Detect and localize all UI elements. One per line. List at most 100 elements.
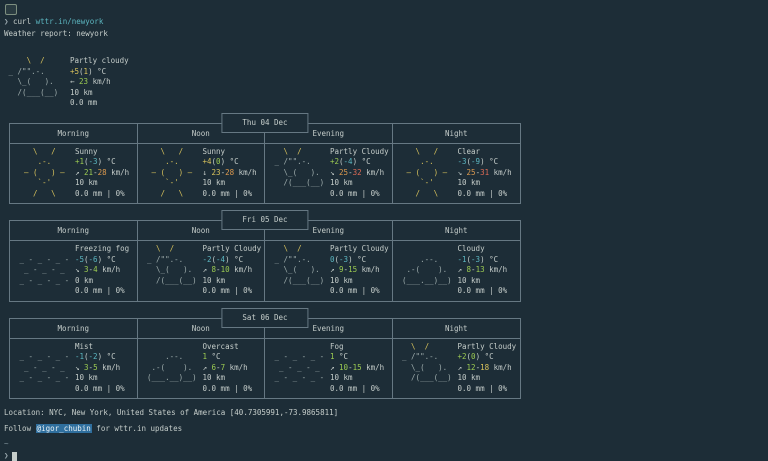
weather-text-segment: 10 km	[458, 373, 481, 382]
weather-text-segment: °C	[335, 352, 349, 361]
weather-line: `-'10 km	[143, 178, 263, 189]
ascii-art: .-( ).	[143, 363, 203, 374]
date-tab: Sat 06 Dec	[221, 308, 308, 328]
weather-text-segment: 10 km	[330, 373, 353, 382]
forecast-body-row: \ /Sunny .-.+1(-3) °C ― ( ) ―↗ 21-28 km/…	[10, 144, 520, 204]
ascii-art: /(___(__)	[4, 88, 70, 99]
weather-text-segment: Partly cloudy	[70, 56, 129, 65]
weather-line: \_( ).↗ 12-18 km/h	[398, 363, 519, 374]
weather-text-segment: 0.0 mm | 0%	[458, 286, 508, 295]
terminal-screen[interactable]: ❯ curl wttr.in/newyork Weather report: n…	[0, 0, 768, 448]
location-line: Location: NYC, New York, United States o…	[4, 407, 768, 419]
forecast-cell-night: \ /Partly Cloudy _ /"".-.+2(0) °C \_( ).…	[393, 339, 521, 399]
ascii-art: /(___(__)	[270, 276, 330, 287]
weather-text-segment: 18	[480, 363, 489, 372]
weather-text-segment: 0.0 mm | 0%	[203, 384, 253, 393]
weather-line: \ /Sunny	[15, 147, 135, 158]
weather-text-segment: 0.0 mm | 0%	[75, 384, 125, 393]
weather-text-segment: °C	[102, 255, 116, 264]
weather-text-segment: 15	[353, 363, 362, 372]
weather-text-segment: Mist	[75, 342, 93, 351]
weather-text-segment: +4	[203, 157, 212, 166]
weather-line: / \0.0 mm | 0%	[398, 189, 519, 200]
weather-text-segment: °C	[225, 157, 239, 166]
weather-line: Overcast	[143, 342, 263, 353]
weather-text-segment: km/h	[225, 363, 248, 372]
ascii-art: _ /"".-.	[4, 67, 70, 78]
ascii-art: /(___(__)	[143, 276, 203, 287]
weather-text-segment: 10	[339, 363, 348, 372]
weather-text-segment: 10 km	[203, 178, 226, 187]
weather-text-segment: km/h	[489, 363, 512, 372]
ascii-art: _ /"".-.	[270, 157, 330, 168]
weather-text-segment: °C	[485, 157, 499, 166]
weather-line: \_( ).↗ 8-10 km/h	[143, 265, 263, 276]
weather-line: 0.0 mm	[4, 98, 768, 109]
weather-line: _ /"".-.0(-3) °C	[270, 255, 390, 266]
forecast-cell-noon: Overcast .--.1 °C .-( ).↗ 6-7 km/h (___.…	[138, 339, 266, 399]
weather-line: Freezing fog	[15, 244, 135, 255]
weather-text-segment: Fog	[330, 342, 344, 351]
weather-line: _ - _ - _↗ 10-15 km/h	[270, 363, 390, 374]
weather-text-segment: -3	[89, 157, 98, 166]
weather-text-segment: 25	[467, 168, 476, 177]
period-header-night: Night	[393, 124, 521, 143]
weather-text-segment: 0.0 mm | 0%	[75, 286, 125, 295]
weather-text-segment: 10 km	[330, 276, 353, 285]
weather-text-segment: 0.0 mm | 0%	[330, 384, 380, 393]
prompt-symbol: ❯	[4, 451, 9, 460]
weather-line: _ - _ - _↘ 3-4 km/h	[15, 265, 135, 276]
weather-text-segment: -9	[471, 157, 480, 166]
period-header-night: Night	[393, 319, 521, 338]
ascii-art: /(___(__)	[398, 373, 458, 384]
prompt-symbol: ❯	[4, 17, 13, 26]
ascii-art: _ - _ - _ -	[270, 352, 330, 363]
ascii-art: \ /	[15, 147, 75, 158]
weather-text-segment: km/h	[485, 265, 508, 274]
weather-line: /(___(__)10 km	[143, 276, 263, 287]
ascii-art: ― ( ) ―	[143, 168, 203, 179]
weather-text-segment: -6	[89, 255, 98, 264]
twitter-handle-link[interactable]: @igor_chubin	[36, 424, 92, 433]
forecast-cell-evening: \ /Partly Cloudy _ /"".-.0(-3) °C \_( ).…	[265, 241, 393, 301]
weather-text-segment: ↗	[458, 363, 467, 372]
period-header-morning: Morning	[10, 319, 138, 338]
date-tab: Fri 05 Dec	[221, 210, 308, 230]
weather-text-segment: km/h	[98, 265, 121, 274]
weather-text-segment: +2	[330, 157, 339, 166]
ascii-art: .--.	[143, 352, 203, 363]
weather-text-segment: 0.0 mm | 0%	[458, 189, 508, 198]
ascii-art: .-.	[143, 157, 203, 168]
ascii-art: (___.__)__)	[398, 276, 458, 287]
weather-line: _ - _ - _ -10 km	[15, 373, 135, 384]
ascii-art: _ - _ - _ -	[270, 373, 330, 384]
forecast-table-sat: Sat 06 Dec Morning Noon Evening Night Mi…	[9, 318, 521, 400]
weather-text-segment: 0.0 mm | 0%	[203, 189, 253, 198]
terminal-tab-icon	[5, 4, 17, 15]
weather-line: /(___(__)10 km	[270, 178, 390, 189]
forecast-cell-morning: Freezing fog _ - _ - _ --5(-6) °C _ - _ …	[10, 241, 138, 301]
weather-text-segment: ↘	[330, 168, 339, 177]
weather-line: \_( ).← 23 km/h	[4, 77, 768, 88]
weather-text-segment: km/h	[362, 168, 385, 177]
weather-line: ― ( ) ―↓ 23-28 km/h	[143, 168, 263, 179]
ascii-art: .-.	[15, 157, 75, 168]
weather-line: _ /"".-.+5(1) °C	[4, 67, 768, 78]
weather-text-segment: °C	[353, 255, 367, 264]
weather-text-segment: 0.0 mm	[70, 98, 97, 107]
weather-line: ― ( ) ―↗ 21-28 km/h	[15, 168, 135, 179]
weather-text-segment: 0 km	[75, 276, 93, 285]
weather-line: `-'10 km	[398, 178, 519, 189]
weather-text-segment: ↘	[458, 168, 467, 177]
shell-prompt-line[interactable]: ❯	[4, 450, 768, 461]
ascii-art: .-( ).	[398, 265, 458, 276]
command-line: ❯ curl wttr.in/newyork	[4, 16, 768, 28]
weather-text-segment: km/h	[234, 168, 257, 177]
ascii-art: / \	[398, 189, 458, 200]
weather-line: /(___(__)10 km	[270, 276, 390, 287]
weather-line: `-'10 km	[15, 178, 135, 189]
weather-text-segment: Partly Cloudy	[330, 244, 389, 253]
weather-text-segment: °C	[485, 255, 499, 264]
weather-text-segment: ↓	[203, 168, 212, 177]
ascii-art: \ /	[398, 342, 458, 353]
